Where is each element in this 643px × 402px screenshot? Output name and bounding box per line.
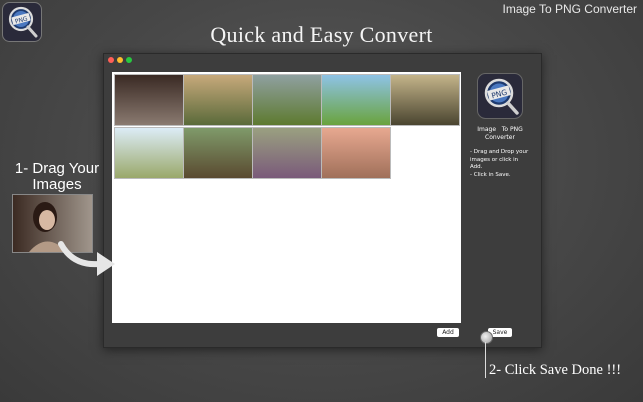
thumbnail-red-hat-girl[interactable] xyxy=(114,127,184,179)
instruction-line: images or click in xyxy=(470,156,519,163)
thumbnail-woman-in-dress[interactable] xyxy=(390,74,460,126)
save-pointer-line xyxy=(485,342,486,378)
thumbnail-road-sunset[interactable] xyxy=(321,127,391,179)
step2-caption: 2- Click Save Done !!! xyxy=(489,362,622,378)
headline: Quick and Easy Convert xyxy=(210,22,433,47)
sidebar-instructions: - Drag and Drop your images or click in … xyxy=(470,149,540,179)
app-title: Image To PNG Converter xyxy=(502,2,637,16)
thumbnail-dogs-in-flowers[interactable] xyxy=(252,127,322,179)
cursor-indicator xyxy=(480,331,493,344)
step1-line2: Images xyxy=(32,176,82,193)
window-close-button[interactable] xyxy=(108,57,114,63)
image-drop-area[interactable] xyxy=(112,72,461,323)
step1-caption: 1- Drag Your Images xyxy=(7,161,107,193)
thumbnail-woman-portrait[interactable] xyxy=(114,74,184,126)
drag-arrow-icon xyxy=(58,241,115,276)
window-zoom-button[interactable] xyxy=(126,57,132,63)
thumbnail-girl-with-teddy[interactable] xyxy=(183,127,253,179)
instruction-line: - Drag and Drop your xyxy=(470,149,529,155)
instruction-line: Add. xyxy=(470,164,483,170)
sidebar-app-name: Image To PNG Converter xyxy=(464,126,536,142)
add-button[interactable]: Add xyxy=(437,328,459,337)
thumbnail-child-in-field[interactable] xyxy=(252,74,322,126)
app-window: Add PNG Image To PNG Converter - Drag an… xyxy=(103,53,542,348)
thumbnail-girl-on-hill[interactable] xyxy=(183,74,253,126)
thumbnail-balloons-field[interactable] xyxy=(321,74,391,126)
step1-line1: 1- Drag Your xyxy=(14,160,100,177)
window-minimize-button[interactable] xyxy=(117,57,123,63)
sidebar-app-name-line1: Image To PNG xyxy=(477,126,523,133)
instruction-line: - Click in Save. xyxy=(470,171,511,178)
png-magnifier-icon: PNG xyxy=(477,73,523,119)
sidebar-app-name-line2: Converter xyxy=(485,134,515,141)
